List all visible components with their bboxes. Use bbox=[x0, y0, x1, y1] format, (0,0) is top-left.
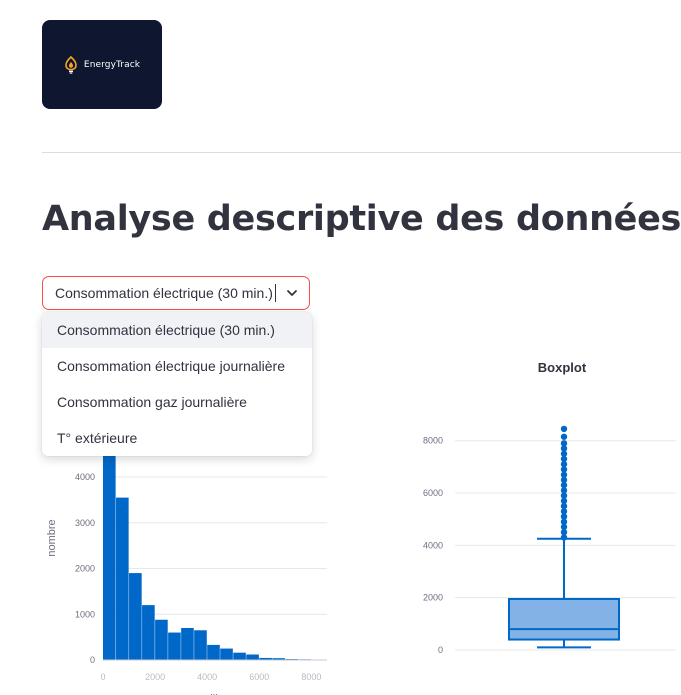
boxplot-chart: Boxplot 0 2000 4000 6000 8000 bbox=[423, 360, 676, 655]
hist-bar bbox=[220, 648, 233, 660]
box-outlier-point bbox=[560, 433, 568, 440]
box-ytick-label: 8000 bbox=[423, 436, 443, 446]
hist-ytick-label: 3000 bbox=[75, 518, 95, 528]
hist-bar bbox=[142, 605, 155, 660]
box-ytick-label: 0 bbox=[438, 645, 443, 655]
option-consommation-electrique-journaliere[interactable]: Consommation électrique journalière bbox=[42, 348, 312, 384]
hist-xtick-label: 6000 bbox=[249, 672, 269, 682]
hist-xlabel: ... bbox=[210, 687, 218, 695]
hist-xtick-label: 4000 bbox=[197, 672, 217, 682]
hist-bar bbox=[181, 627, 194, 660]
hist-xtick-label: 8000 bbox=[301, 672, 321, 682]
hist-ytick-label: 1000 bbox=[75, 609, 95, 619]
option-temperature-exterieure[interactable]: T° extérieure bbox=[42, 420, 312, 456]
hist-bar bbox=[246, 654, 259, 660]
box-outlier-point bbox=[560, 425, 568, 433]
chevron-down-icon[interactable] bbox=[285, 286, 299, 300]
box-ytick-label: 2000 bbox=[423, 593, 443, 603]
box-ytick-label: 6000 bbox=[423, 488, 443, 498]
hist-xtick-label: 0 bbox=[100, 672, 105, 682]
hist-bar bbox=[103, 445, 116, 660]
hist-ytick-label: 2000 bbox=[75, 564, 95, 574]
boxplot-title: Boxplot bbox=[538, 360, 587, 375]
text-cursor bbox=[274, 284, 276, 302]
box-ytick-label: 4000 bbox=[423, 540, 443, 550]
hist-ylabel: nombre bbox=[46, 519, 58, 556]
hist-bar bbox=[116, 497, 129, 660]
hist-bar bbox=[155, 619, 168, 660]
hist-bar bbox=[233, 652, 246, 660]
hist-ytick-label: 0 bbox=[90, 655, 95, 665]
histogram-chart: 0 1000 2000 3000 4000 0 2000 4000 6000 8000 nombre… bbox=[46, 445, 327, 695]
hist-bar bbox=[168, 632, 181, 660]
hist-bar bbox=[207, 644, 220, 660]
option-consommation-gaz-journaliere[interactable]: Consommation gaz journalière bbox=[42, 384, 312, 420]
box-outlier-point bbox=[560, 440, 568, 447]
hist-xtick-label: 2000 bbox=[145, 672, 165, 682]
hist-bar bbox=[194, 630, 207, 660]
hist-bar bbox=[129, 573, 142, 660]
option-consommation-electrique-30min[interactable]: Consommation électrique (30 min.) bbox=[42, 312, 312, 348]
box-iqr bbox=[508, 597, 620, 641]
variable-select[interactable]: Consommation électrique (30 min.) bbox=[42, 276, 310, 310]
select-value: Consommation électrique (30 min.) bbox=[55, 285, 273, 301]
select-dropdown-menu: Consommation électrique (30 min.) Consom… bbox=[42, 312, 312, 456]
hist-ytick-label: 4000 bbox=[75, 472, 95, 482]
